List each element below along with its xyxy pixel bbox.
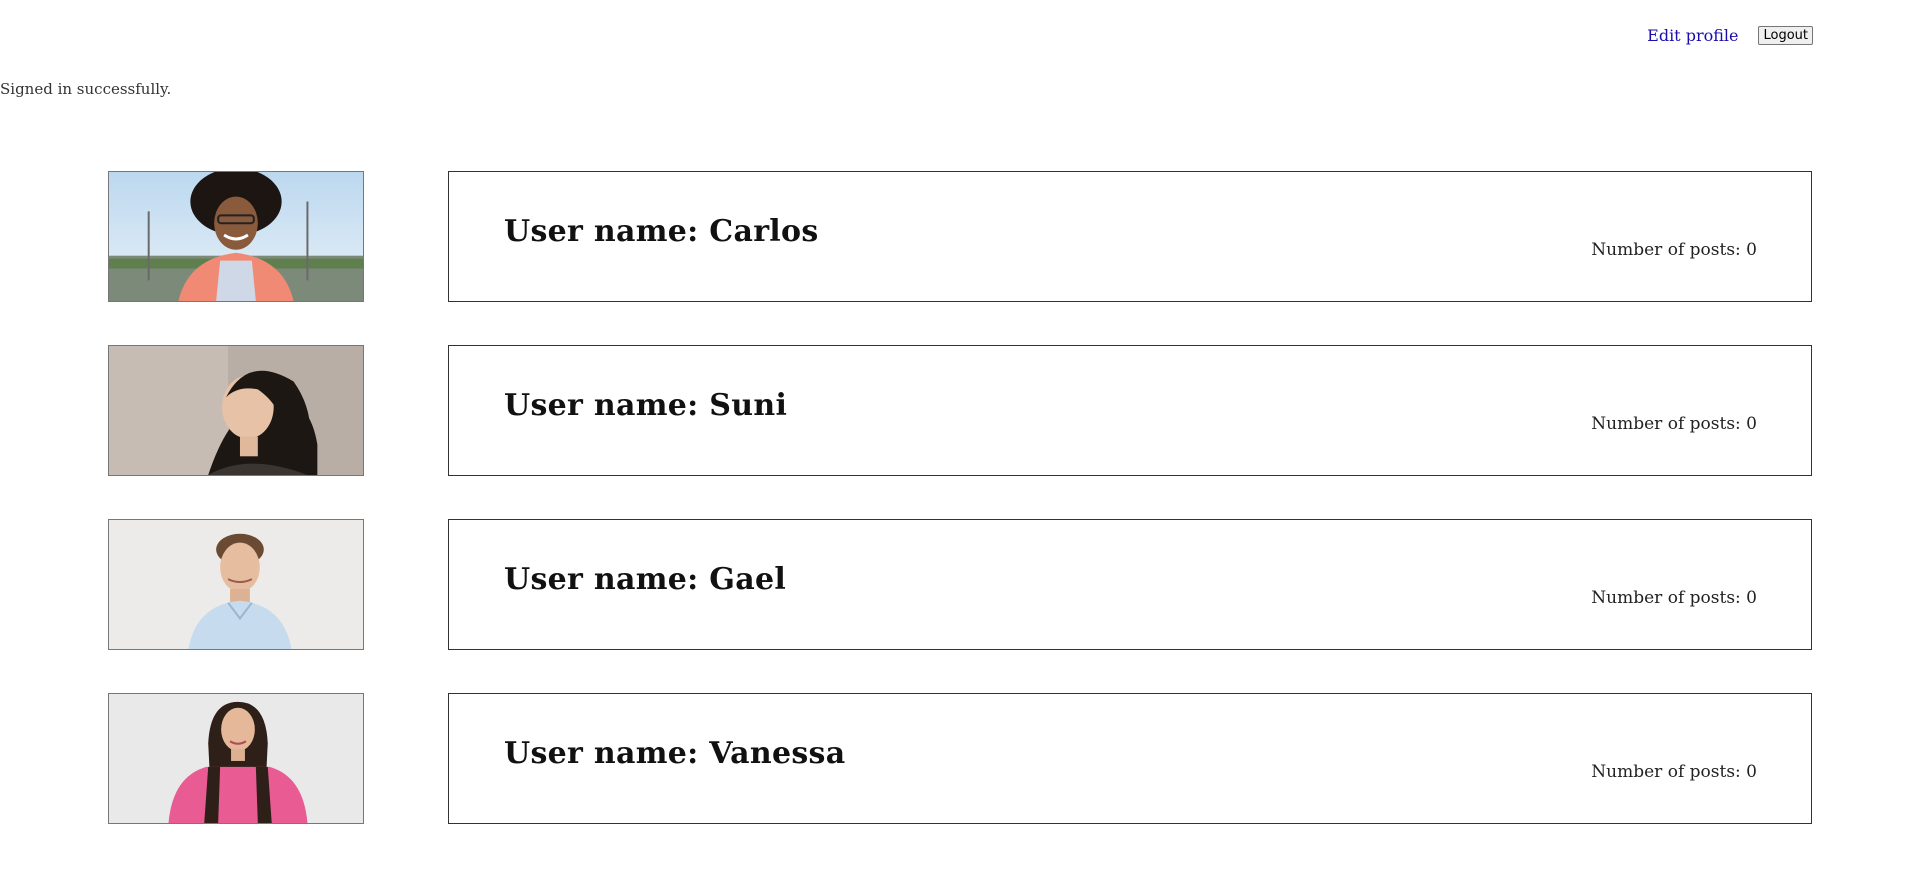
user-post-count: Number of posts: 0 bbox=[1591, 240, 1757, 260]
user-post-count: Number of posts: 0 bbox=[1591, 414, 1757, 434]
user-name: User name: Vanessa bbox=[504, 736, 846, 771]
top-nav: Edit profile Logout bbox=[1647, 26, 1813, 45]
user-row: User name: Gael Number of posts: 0 bbox=[108, 519, 1812, 650]
user-photo-gael[interactable] bbox=[108, 519, 364, 650]
user-card[interactable]: User name: Gael Number of posts: 0 bbox=[448, 519, 1812, 650]
user-card[interactable]: User name: Suni Number of posts: 0 bbox=[448, 345, 1812, 476]
user-name: User name: Gael bbox=[504, 562, 787, 597]
user-card[interactable]: User name: Vanessa Number of posts: 0 bbox=[448, 693, 1812, 824]
user-post-count: Number of posts: 0 bbox=[1591, 588, 1757, 608]
logout-button[interactable]: Logout bbox=[1758, 26, 1813, 45]
user-photo-suni[interactable] bbox=[108, 345, 364, 476]
user-row: User name: Carlos Number of posts: 0 bbox=[108, 171, 1812, 302]
user-row: User name: Vanessa Number of posts: 0 bbox=[108, 693, 1812, 824]
user-row: User name: Suni Number of posts: 0 bbox=[108, 345, 1812, 476]
user-post-count: Number of posts: 0 bbox=[1591, 762, 1757, 782]
user-photo-vanessa[interactable] bbox=[108, 693, 364, 824]
edit-profile-link[interactable]: Edit profile bbox=[1647, 26, 1738, 45]
user-card[interactable]: User name: Carlos Number of posts: 0 bbox=[448, 171, 1812, 302]
user-name: User name: Carlos bbox=[504, 214, 819, 249]
user-name: User name: Suni bbox=[504, 388, 788, 423]
user-photo-carlos[interactable] bbox=[108, 171, 364, 302]
flash-notice: Signed in successfully. bbox=[0, 80, 172, 98]
users-list: User name: Carlos Number of posts: 0 Use… bbox=[108, 171, 1812, 867]
